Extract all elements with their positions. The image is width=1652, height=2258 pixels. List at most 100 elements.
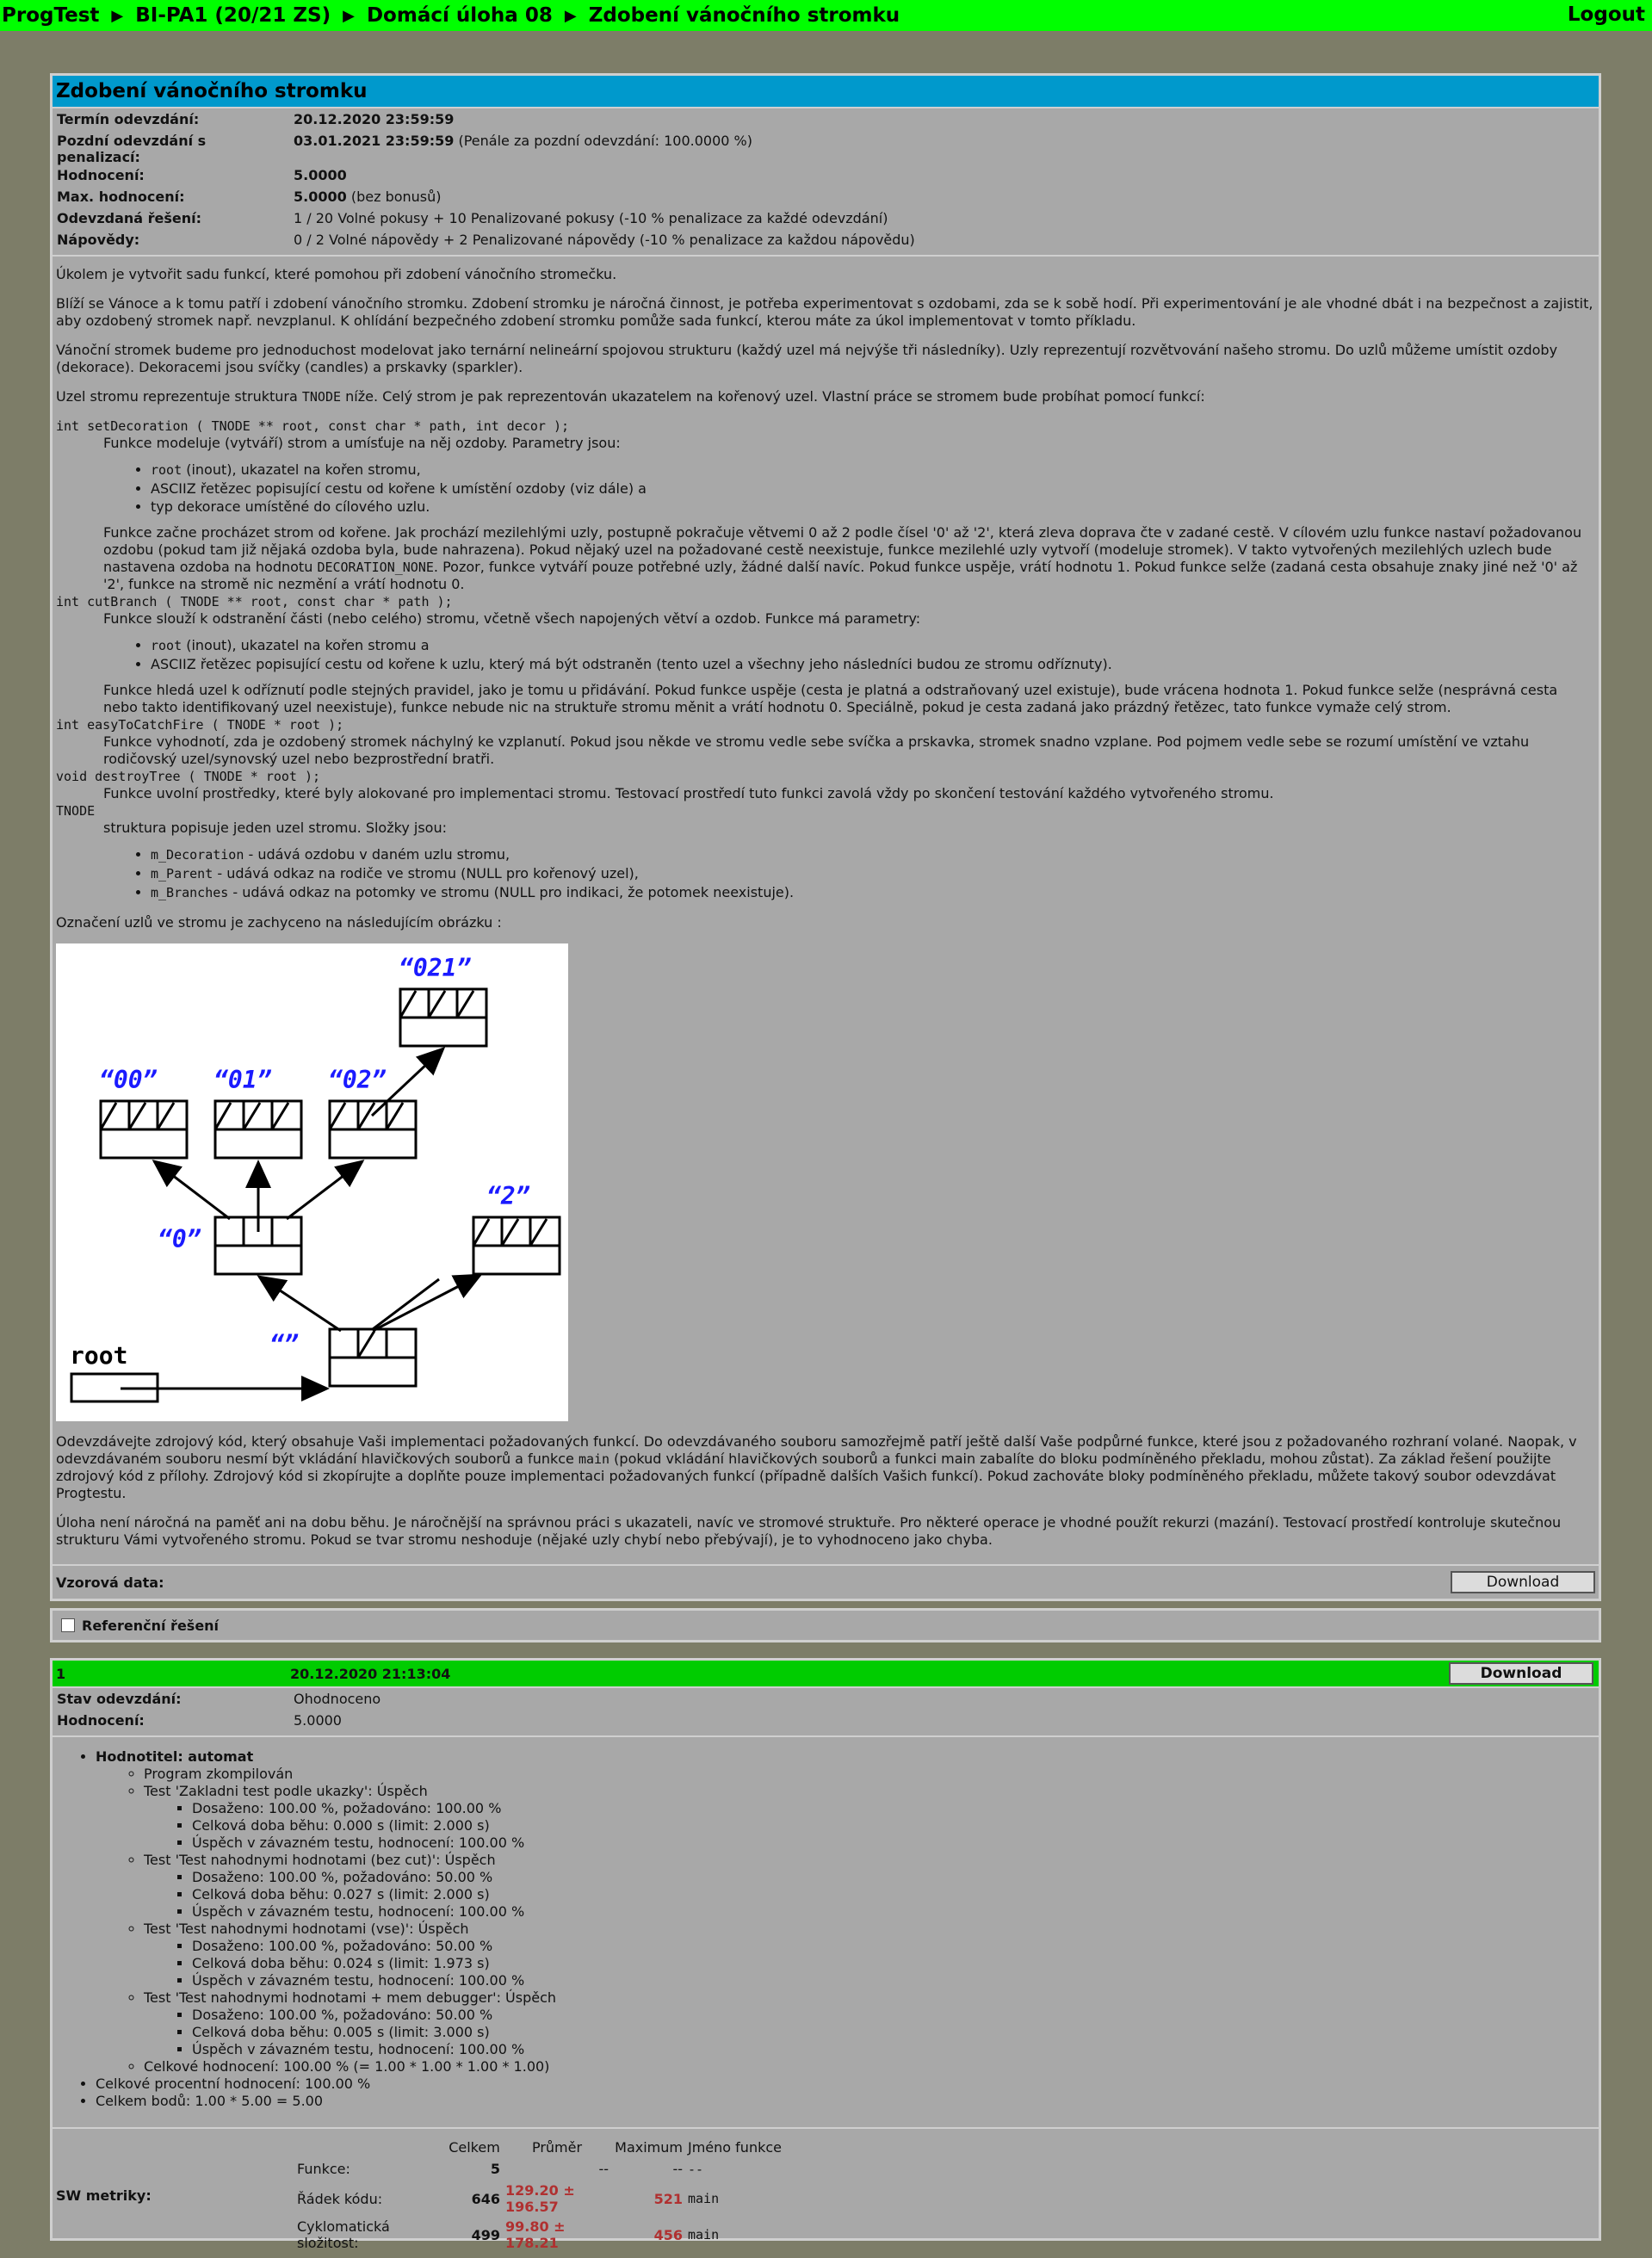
function-intro: Funkce slouží k odstranění části (nebo c… xyxy=(103,610,921,627)
breadcrumb-separator-icon: ▶ xyxy=(343,6,355,25)
test-name: Test 'Test nahodnymi hodnotami + mem deb… xyxy=(144,1989,557,2006)
list-item-text: - udává ozdobu v daném uzlu stromu, xyxy=(244,846,510,863)
function-intro: Funkce modeluje (vytváří) strom a umísťu… xyxy=(103,435,621,451)
metric-total: 5 xyxy=(490,2161,500,2177)
meta-row-state: Stav odevzdání: Ohodnoceno xyxy=(54,1690,383,1711)
table-row: Funkce: 5 -- -- -- xyxy=(294,2157,784,2181)
list-item: root (inout), ukazatel na kořen stromu a xyxy=(151,636,1595,655)
inline-code: main xyxy=(578,1451,610,1467)
list-item: Celková doba běhu: 0.027 s (limit: 2.000… xyxy=(192,1886,1599,1903)
node-label-01: “01” xyxy=(213,1066,272,1094)
metric-total: 646 xyxy=(471,2190,500,2207)
sw-metrics-table: Celkem Průměr Maximum Jméno funkce Funkc… xyxy=(294,2137,784,2253)
inline-code: m_Decoration xyxy=(151,847,244,863)
function-body: Funkce vyhodnotí, zda je ozdobený strome… xyxy=(103,733,1530,767)
test-item: Test 'Test nahodnymi hodnotami (vse)': Ú… xyxy=(144,1921,1599,1989)
list-item: ASCIIZ řetězec popisující cestu od kořen… xyxy=(151,479,1595,498)
meta-extra: 1 / 20 Volné pokusy + 10 Penalizované po… xyxy=(294,210,888,226)
breadcrumb-progtest[interactable]: ProgTest xyxy=(2,4,99,27)
list-item: Úspěch v závazném testu, hodnocení: 100.… xyxy=(192,2041,1599,2058)
download-submission-button[interactable]: Download xyxy=(1449,1662,1593,1685)
function-signature-setdecoration: int setDecoration ( TNODE ** root, const… xyxy=(56,418,570,434)
function-body: Funkce začne procházet strom od kořene. … xyxy=(103,524,1595,593)
tree-node-021 xyxy=(399,987,488,1048)
list-item: m_Parent - udává odkaz na rodiče ve stro… xyxy=(151,864,1595,883)
reference-solution-label: Referenční řešení xyxy=(82,1617,220,1634)
task-description: Úkolem je vytvořit sadu funkcí, které po… xyxy=(53,259,1599,1564)
meta-value: 03.01.2021 23:59:59 xyxy=(294,133,455,149)
list-item: root (inout), ukazatel na kořen stromu, xyxy=(151,461,1595,479)
download-sample-button[interactable]: Download xyxy=(1451,1571,1595,1593)
tree-node-01 xyxy=(213,1099,303,1160)
paragraph: Odevzdávejte zdrojový kód, který obsahuj… xyxy=(56,1433,1595,1502)
sample-data-label: Vzorová data: xyxy=(56,1574,164,1591)
meta-value: Ohodnoceno xyxy=(294,1691,381,1707)
column-header: Celkem xyxy=(449,2139,500,2156)
column-header: Jméno funkce xyxy=(688,2139,782,2156)
list-item-text: (inout), ukazatel na kořen stromu, xyxy=(182,461,421,478)
function-description-destroytree: Funkce uvolní prostředky, které byly alo… xyxy=(103,785,1595,802)
inline-code: root xyxy=(151,462,183,478)
node-label-00: “00” xyxy=(99,1066,158,1094)
meta-row-late-deadline: Pozdní odevzdání s penalizací: 03.01.202… xyxy=(54,132,918,166)
list-item: Dosaženo: 100.00 %, požadováno: 50.00 % xyxy=(192,1938,1599,1955)
list-item: Celková doba běhu: 0.000 s (limit: 2.000… xyxy=(192,1817,1599,1834)
task-panel: Zdobení vánočního stromku Termín odevzdá… xyxy=(50,73,1601,1601)
column-header: Maximum xyxy=(615,2139,683,2156)
list-item-text: ASCIIZ řetězec popisující cestu od kořen… xyxy=(151,480,647,497)
list-item: Úspěch v závazném testu, hodnocení: 100.… xyxy=(192,1834,1599,1852)
breadcrumb-separator-icon: ▶ xyxy=(564,6,577,25)
paragraph: Úkolem je vytvořit sadu funkcí, které po… xyxy=(56,266,617,282)
meta-label: Termín odevzdání: xyxy=(57,111,200,127)
breadcrumb-task[interactable]: Zdobení vánočního stromku xyxy=(589,4,900,27)
list-item: m_Decoration - udává ozdobu v daném uzlu… xyxy=(151,845,1595,864)
sample-data-row: Vzorová data: Download xyxy=(53,1564,1599,1599)
reference-solution-checkbox[interactable] xyxy=(61,1618,75,1632)
paragraph-text: níže. Celý strom je pak reprezentován uk… xyxy=(341,388,1205,405)
node-label-02: “02” xyxy=(328,1066,387,1094)
divider xyxy=(53,1735,1599,1737)
function-signature-easytocatchfire: int easyToCatchFire ( TNODE * root ); xyxy=(56,717,344,733)
function-body: Funkce hledá uzel k odříznutí podle stej… xyxy=(103,682,1558,715)
metric-max: 521 xyxy=(653,2190,683,2207)
breadcrumb-homework[interactable]: Domácí úloha 08 xyxy=(367,4,553,27)
meta-label: Odevzdaná řešení: xyxy=(57,210,202,226)
list-item: Dosaženo: 100.00 %, požadováno: 50.00 % xyxy=(192,2007,1599,2024)
inline-code: m_Branches xyxy=(151,885,229,900)
meta-extra: 0 / 2 Volné nápovědy + 2 Penalizované ná… xyxy=(294,232,915,248)
metric-name: Funkce: xyxy=(297,2161,350,2177)
list-item-text: (inout), ukazatel na kořen stromu a xyxy=(182,637,430,653)
table-header-row: Celkem Průměr Maximum Jméno funkce xyxy=(294,2137,784,2157)
meta-row-max-score: Max. hodnocení: 5.0000 (bez bonusů) xyxy=(54,188,918,209)
list-item-text: - udává odkaz na rodiče ve stromu (NULL … xyxy=(213,865,639,882)
meta-value: 5.0000 xyxy=(294,167,347,183)
list-item: Celková doba běhu: 0.024 s (limit: 1.973… xyxy=(192,1955,1599,1972)
list-item-text: ASCIIZ řetězec popisující cestu od kořen… xyxy=(151,656,1112,672)
list-item: Úspěch v závazném testu, hodnocení: 100.… xyxy=(192,1903,1599,1921)
meta-row-hints: Nápovědy: 0 / 2 Volné nápovědy + 2 Penal… xyxy=(54,231,918,252)
paragraph: Vánoční stromek budeme pro jednoduchost … xyxy=(56,342,1558,375)
breadcrumb-course[interactable]: BI-PA1 (20/21 ZS) xyxy=(135,4,331,27)
meta-row-score: Hodnocení: 5.0000 xyxy=(54,166,918,188)
meta-row-deadline: Termín odevzdání: 20.12.2020 23:59:59 xyxy=(54,110,918,132)
list-item-text: typ dekorace umístěné do cílového uzlu. xyxy=(151,498,430,515)
struct-description-tnode: struktura popisuje jeden uzel stromu. Sl… xyxy=(103,820,1595,902)
metric-function: -- xyxy=(688,2161,704,2177)
inline-code: m_Parent xyxy=(151,866,213,882)
paragraph: Uzel stromu reprezentuje struktura TNODE… xyxy=(56,388,1595,405)
metric-function: main xyxy=(688,2227,720,2243)
meta-row-score: Hodnocení: 5.0000 xyxy=(54,1711,383,1733)
task-meta-table: Termín odevzdání: 20.12.2020 23:59:59 Po… xyxy=(54,110,918,252)
parameter-list: root (inout), ukazatel na kořen stromu a… xyxy=(103,636,1595,673)
list-item: Celkové hodnocení: 100.00 % (= 1.00 * 1.… xyxy=(144,2058,1599,2076)
metric-name: Cyklomatická složitost: xyxy=(297,2218,390,2251)
meta-label: Nápovědy: xyxy=(57,232,140,248)
logout-link[interactable]: Logout xyxy=(1568,3,1645,26)
paragraph: Úloha není náročná na paměť ani na dobu … xyxy=(56,1514,1562,1548)
metric-average: -- xyxy=(598,2161,609,2177)
reference-solution-toggle[interactable]: Referenční řešení xyxy=(50,1608,1601,1642)
meta-label: Hodnocení: xyxy=(57,167,145,183)
list-item: Dosaženo: 100.00 %, požadováno: 50.00 % xyxy=(192,1869,1599,1886)
tree-diagram: “021” “00” “01” “02” “0” “2” “” root xyxy=(56,943,568,1421)
metric-function: main xyxy=(688,2191,720,2206)
